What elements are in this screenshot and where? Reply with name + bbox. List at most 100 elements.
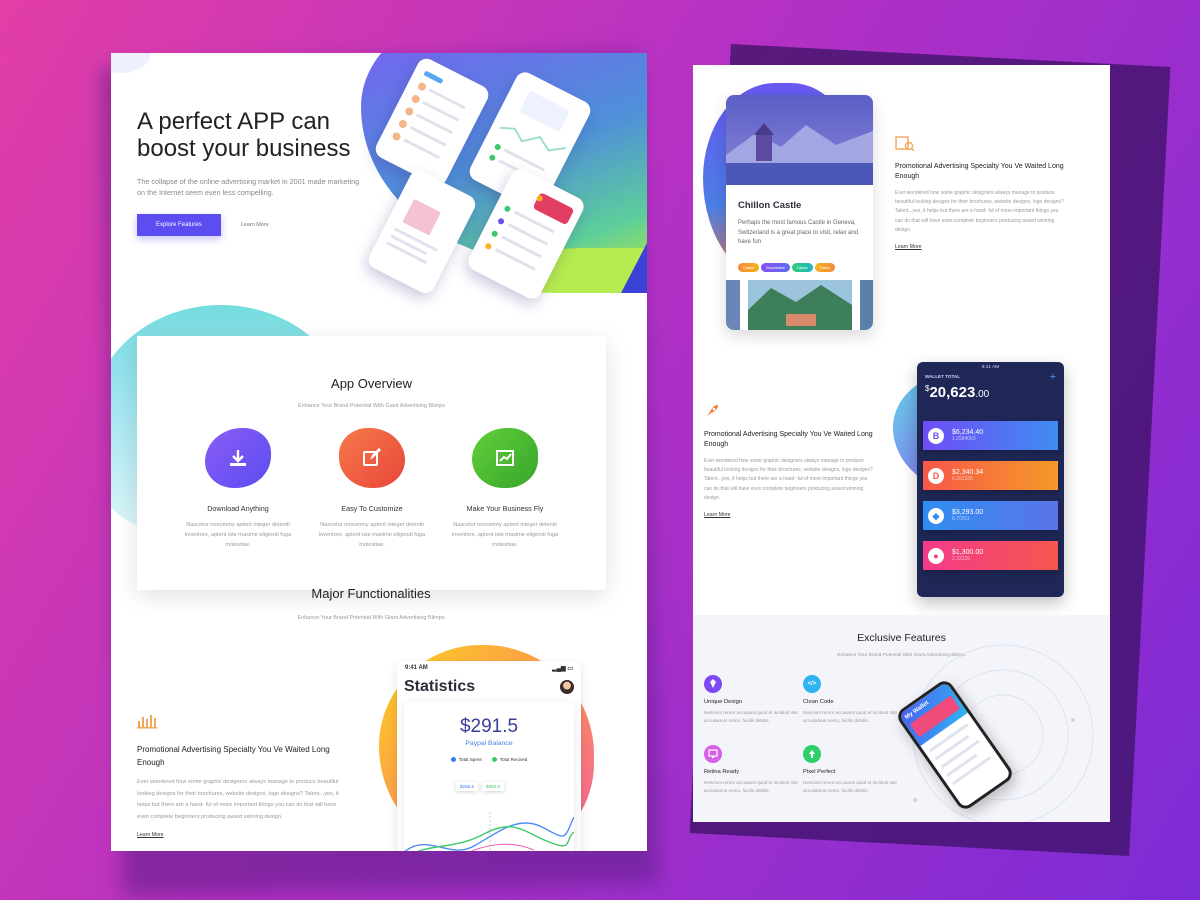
legend-spent: Total Spent: [450, 757, 482, 763]
bar-chart-icon: [137, 715, 157, 729]
unique-design-text: Nesciunt rerum accusanti quod et incidun…: [704, 710, 798, 723]
coin-1-amount: $6,234.40: [952, 429, 984, 436]
hero-title-line2: boost your business: [137, 135, 351, 162]
download-icon: [205, 428, 271, 488]
search-document-icon: [895, 136, 915, 152]
promo-right-1-text: Ever wondered how some graphic designers…: [895, 190, 1064, 233]
coin-1-sub: 1.2584063: [952, 436, 976, 442]
balance-label: Paypal Balance: [465, 740, 513, 747]
signal-battery-icon: ▂▄▆ ▭: [552, 666, 573, 672]
feature-retina-ready: Retina Ready Nesciunt rerum accusanti qu…: [704, 745, 799, 794]
promo-right-1-title: Promotional Advertising Specialty You Ve…: [895, 163, 1064, 180]
wallet-total-cents: .00: [975, 389, 990, 400]
castle-card: Chillon Castle Perhaps the most famous C…: [726, 95, 873, 330]
promo-left-title: Promotional Advertising Specialty You Ve…: [137, 745, 330, 767]
promo-right-2-text: Ever wondered how some graphic designers…: [704, 458, 873, 501]
avatar[interactable]: [560, 680, 574, 694]
promo-left-learn-more[interactable]: Learn More: [137, 832, 164, 838]
hero-light-circle: [111, 53, 151, 73]
coin-2-sub: 6.252335: [952, 476, 973, 482]
tag-mountains[interactable]: Mountains: [761, 262, 790, 272]
clean-code-title: Clean Code: [803, 699, 834, 705]
castle-description: Perhaps the most famous Castle in Geneva…: [738, 220, 859, 245]
monitor-icon: [704, 745, 722, 763]
hero-subtitle: The collapse of the online-advertising m…: [137, 177, 360, 197]
pixel-icon: [803, 745, 821, 763]
stats-phone: 9:41 AM ▂▄▆ ▭ Statistics $291.5 Paypal B…: [397, 661, 581, 851]
wallet-status-time: 9:41 AM: [981, 365, 1000, 370]
promo-right-2-title: Promotional Advertising Specialty You Ve…: [704, 431, 873, 448]
ethereum-icon: ◆: [928, 507, 944, 524]
code-icon: </>: [803, 675, 821, 693]
overview-title: App Overview: [331, 376, 412, 391]
promo-left-text: Ever wondered how some graphic designers…: [137, 779, 339, 820]
coin-card-4[interactable]: ● $1,300.00 2.32225: [923, 541, 1058, 570]
promo-right-2-learn-more[interactable]: Learn More: [704, 512, 731, 518]
exclusive-section: Exclusive Features Enhance Your Brand Po…: [693, 615, 1110, 822]
feature-unique-design: Unique Design Nesciunt rerum accusanti q…: [704, 675, 799, 724]
legend-spent-label: Total Spent: [458, 757, 482, 762]
hero-text: A perfect APP can boost your business Th…: [137, 108, 377, 236]
castle-name: Chillon Castle: [738, 200, 802, 211]
stats-line-chart: [404, 812, 574, 851]
coin-icon: ●: [928, 547, 944, 564]
promo-right-1: Promotional Advertising Specialty You Ve…: [895, 135, 1065, 253]
tag-trees[interactable]: Trees: [814, 262, 835, 272]
dash-icon: D: [928, 467, 944, 484]
castle-photo: [726, 95, 873, 185]
explore-features-button[interactable]: Explore Features: [137, 214, 221, 236]
feature-text-fly: Nascetur nonummy aptent integer deleniti…: [451, 522, 559, 548]
promo-left: Promotional Advertising Specialty You Ve…: [137, 713, 347, 841]
pixel-perfect-text: Nesciunt rerum accusanti quod et incidun…: [803, 780, 897, 793]
wallet-label: WALLET TOTAL: [925, 374, 961, 379]
feature-download: Download Anything Nascetur nonummy apten…: [184, 428, 292, 550]
hero-title-line1: A perfect APP can: [137, 108, 331, 135]
lake-photo: [726, 280, 873, 330]
add-icon[interactable]: +: [1050, 372, 1056, 383]
pixel-perfect-title: Pixel Perfect: [803, 769, 836, 775]
stats-title: Statistics: [404, 678, 476, 695]
wallet-total-main: 20,623: [929, 384, 976, 401]
feature-label-download: Download Anything: [207, 504, 269, 513]
coin-4-sub: 2.32225: [952, 556, 971, 562]
clean-code-text: Nesciunt rerum accusanti quod et incidun…: [803, 710, 897, 723]
diamond-icon: [704, 675, 722, 693]
unique-design-title: Unique Design: [704, 699, 743, 705]
feature-label-customize: Easy To Customize: [341, 504, 403, 513]
major-title: Major Functionalities: [311, 586, 431, 601]
chart-tag-spent: $256.5: [456, 782, 479, 791]
major-subtitle: Enhance Your Brand Potential With Giant …: [297, 615, 445, 621]
retina-ready-title: Retina Ready: [704, 769, 740, 775]
overview-card: App Overview Enhance Your Brand Potentia…: [137, 336, 606, 590]
overview-subtitle: Enhance Your Brand Potential With Giant …: [297, 403, 446, 409]
rocket-icon: [707, 405, 718, 416]
learn-more-link[interactable]: Learn More: [241, 222, 269, 228]
legend-received-label: Total Recived: [499, 757, 528, 762]
coin-card-1[interactable]: B $6,234.40 1.2584063: [923, 421, 1058, 450]
tag-lakes[interactable]: Lakes: [791, 262, 813, 272]
feature-text-customize: Nascetur nonummy aptent integer deleniti…: [318, 522, 426, 548]
edit-icon: [339, 428, 405, 488]
coin-4-amount: $1,300.00: [952, 549, 984, 556]
coin-card-2[interactable]: D $2,340.34 6.252335: [923, 461, 1058, 490]
coin-3-sub: 8.70011: [952, 516, 970, 522]
feature-clean-code: </> Clean Code Nesciunt rerum accusanti …: [803, 675, 898, 724]
coin-3-amount: $3,293.00: [952, 509, 984, 516]
landing-page-right: Chillon Castle Perhaps the most famous C…: [693, 65, 1110, 822]
coin-2-amount: $2,340.34: [952, 469, 984, 476]
promo-right-2: Promotional Advertising Specialty You Ve…: [704, 403, 874, 521]
feature-text-download: Nascetur nonummy aptent integer deleniti…: [184, 522, 292, 548]
landing-page-left: A perfect APP can boost your business Th…: [111, 53, 647, 851]
retina-ready-text: Nesciunt rerum accusanti quod et incidun…: [704, 780, 798, 793]
balance-amount: $291.5: [459, 716, 519, 737]
feature-customize: Easy To Customize Nascetur nonummy apten…: [318, 428, 426, 550]
coin-card-3[interactable]: ◆ $3,293.00 8.70011: [923, 501, 1058, 530]
promo-right-1-learn-more[interactable]: Learn More: [895, 244, 922, 250]
tag-castle[interactable]: Castle: [738, 262, 760, 272]
trending-up-icon: [472, 428, 538, 488]
stats-status-time: 9:41 AM: [405, 665, 428, 671]
legend-received: Total Recived: [491, 757, 528, 763]
wallet-total: $20,623.00: [917, 380, 1064, 402]
chart-tag-received: $300.0: [482, 782, 505, 791]
hero-title: A perfect APP can boost your business: [137, 108, 377, 162]
